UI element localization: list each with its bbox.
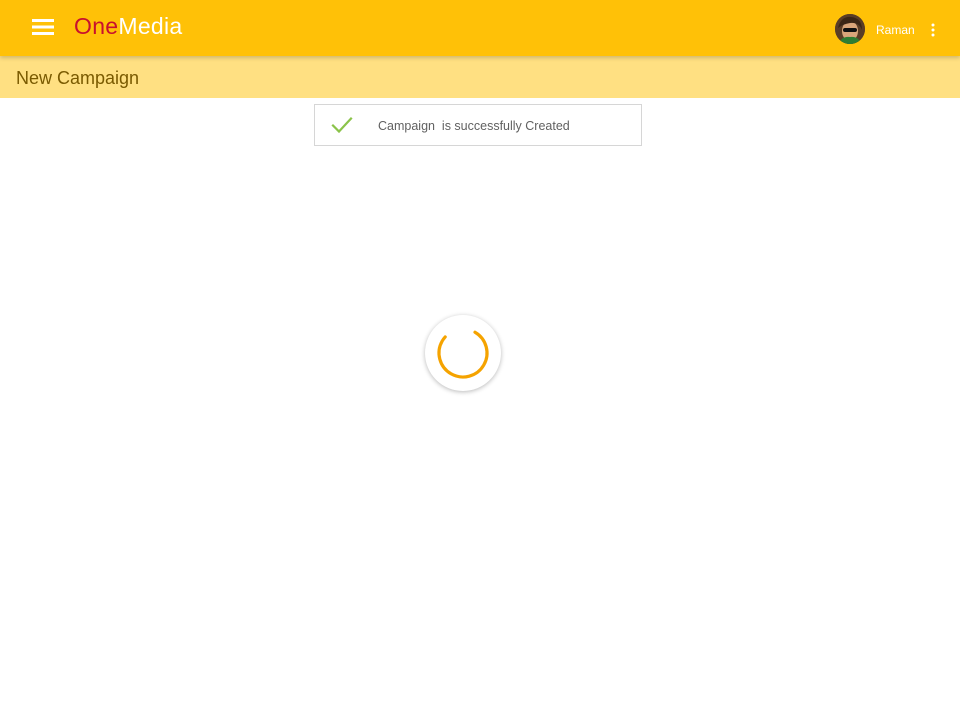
user-menu: Raman xyxy=(820,0,960,56)
more-options-button[interactable] xyxy=(922,18,944,42)
brand-logo[interactable]: OneMedia xyxy=(74,11,183,41)
success-toast: Campaign is successfully Created xyxy=(314,104,642,146)
toast-message: Campaign is successfully Created xyxy=(378,119,570,133)
user-avatar[interactable] xyxy=(835,14,865,44)
app-bar: OneMedia Raman xyxy=(0,0,960,56)
spinner-icon xyxy=(437,327,489,379)
menu-button[interactable] xyxy=(26,12,60,42)
sub-header: New Campaign xyxy=(0,56,960,98)
brand-media-text: Media xyxy=(118,13,183,39)
page-title: New Campaign xyxy=(16,68,140,88)
check-icon xyxy=(331,116,353,134)
more-vert-icon xyxy=(931,23,935,37)
avatar-image xyxy=(835,14,865,44)
loading-spinner xyxy=(425,315,501,391)
user-name[interactable]: Raman xyxy=(876,22,915,38)
brand-one-text: One xyxy=(74,13,119,39)
hamburger-menu-icon xyxy=(32,19,54,35)
